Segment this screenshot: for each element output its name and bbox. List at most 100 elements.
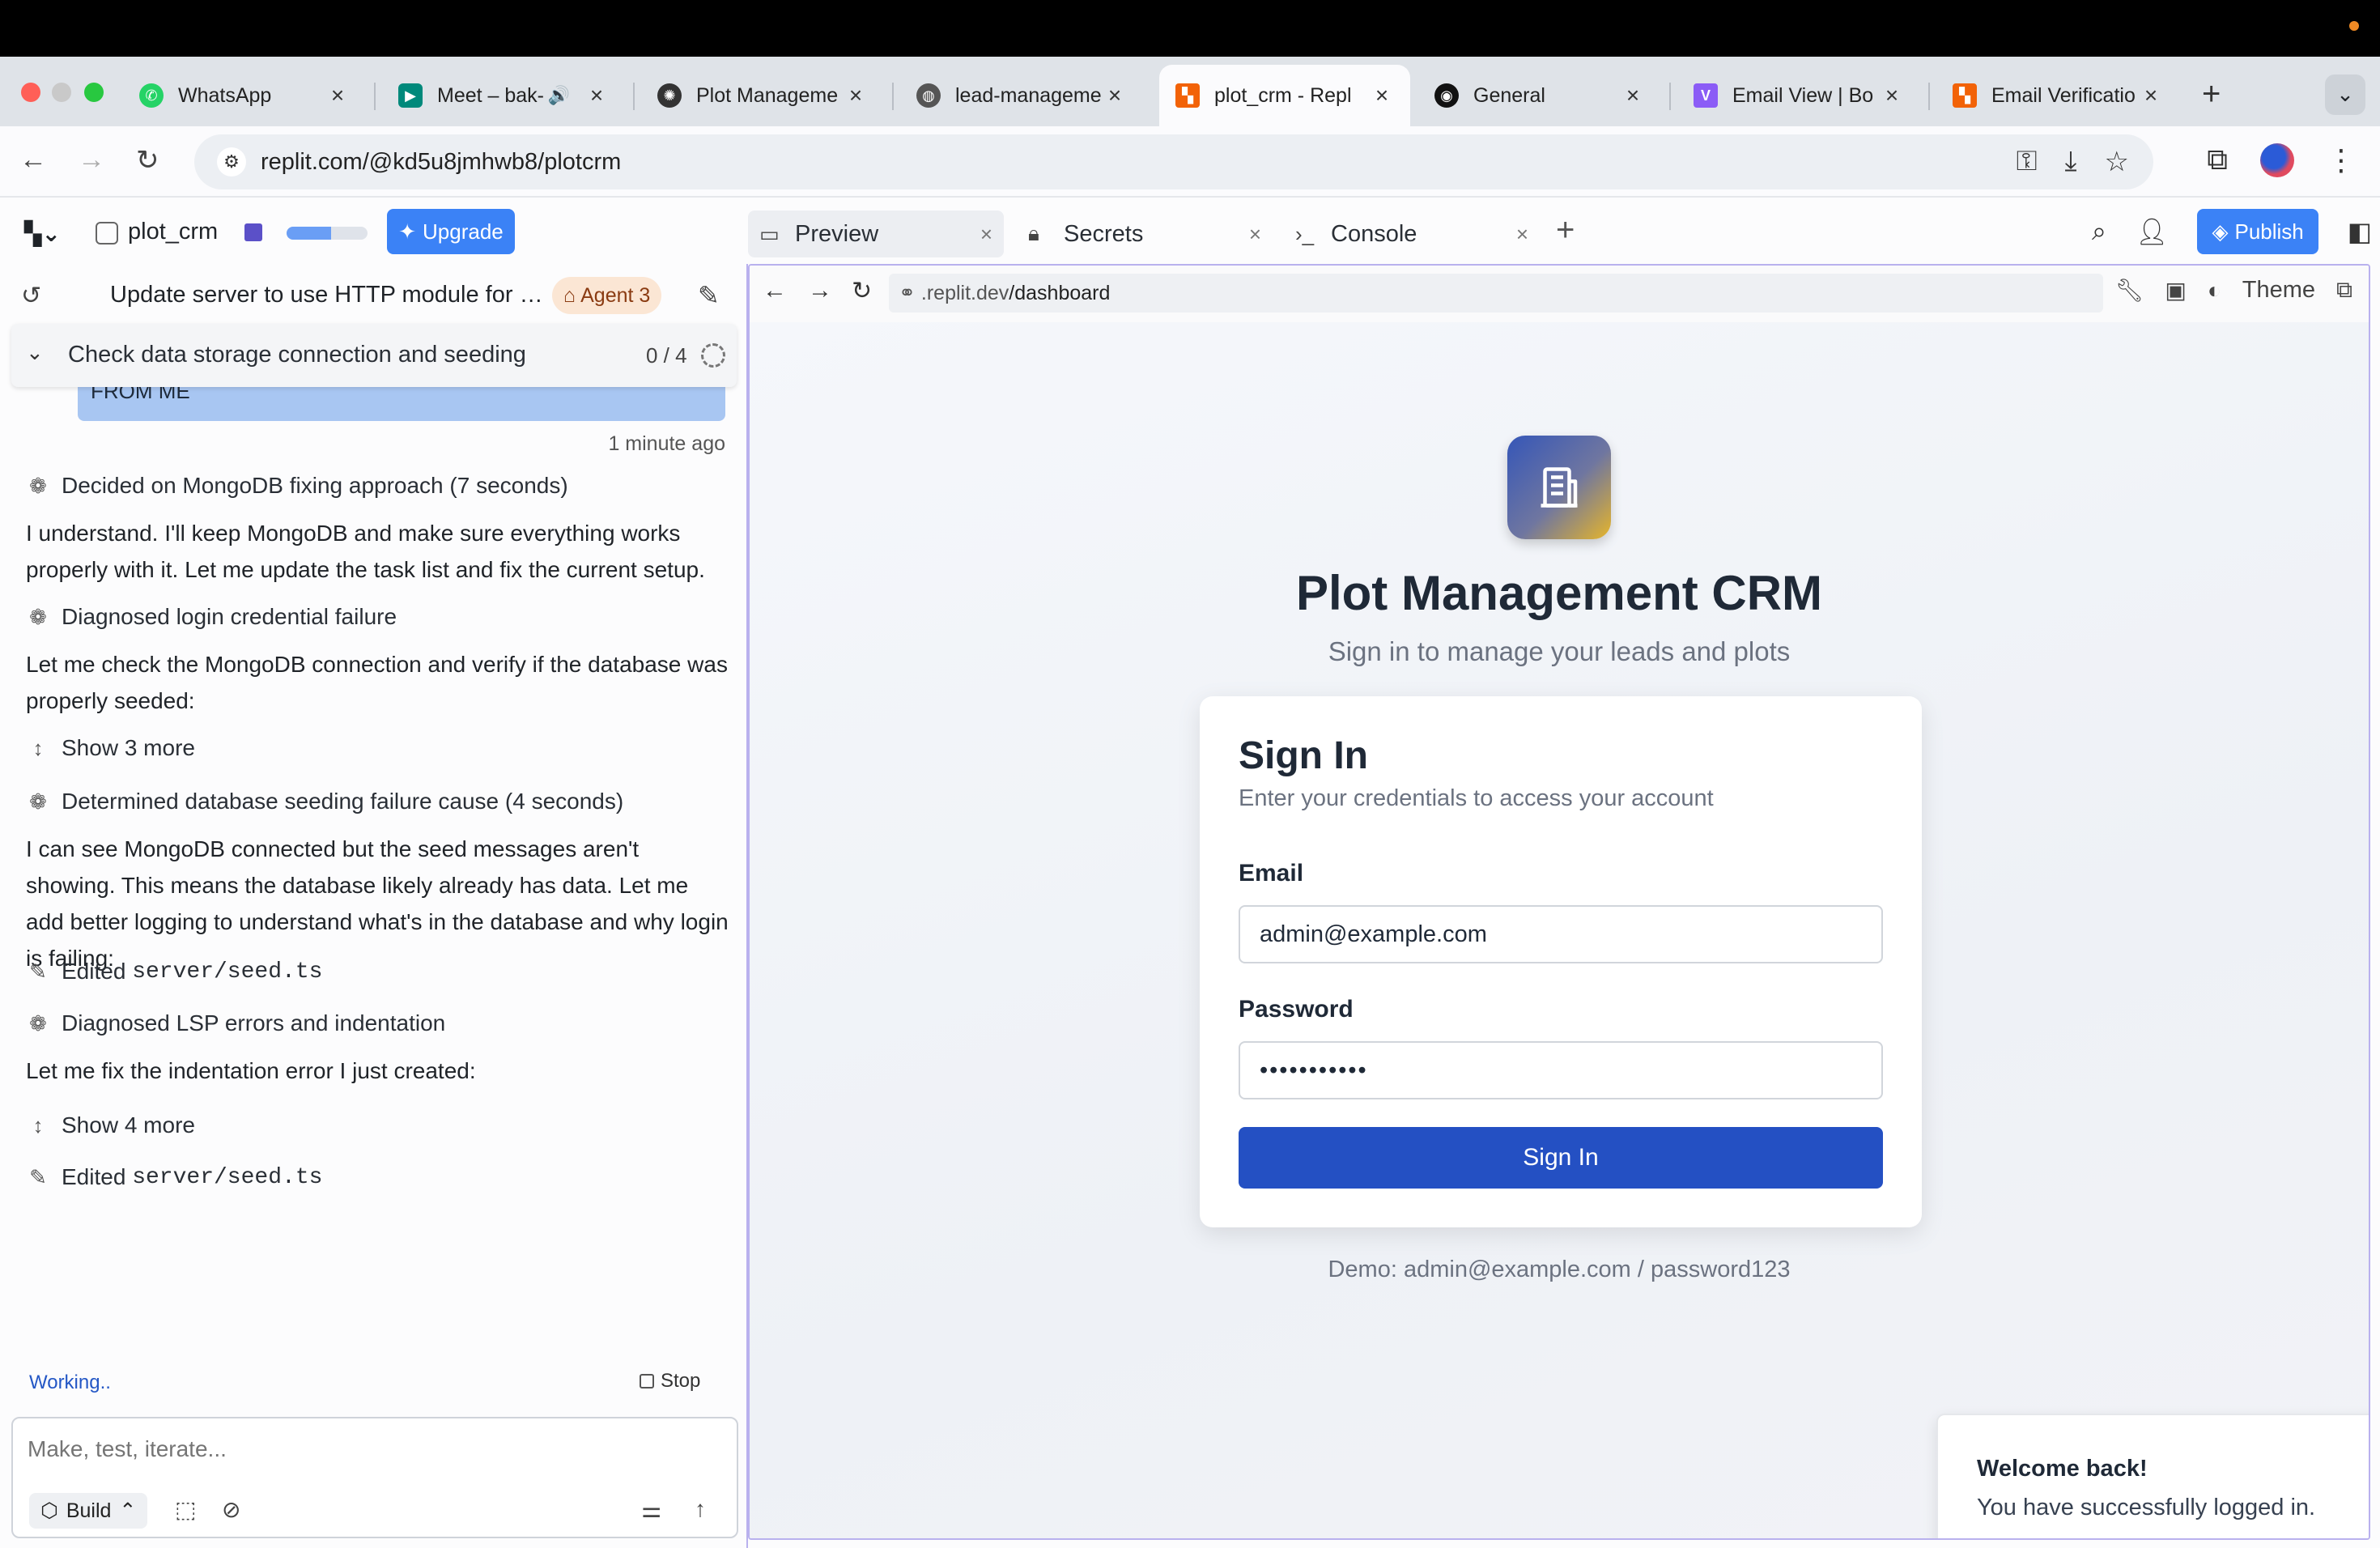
devtools-wrench-icon[interactable]: 🔧︎ <box>2115 277 2144 304</box>
back-arrow-icon[interactable]: ← <box>763 277 787 304</box>
log-step[interactable]: ❁ Diagnosed LSP errors and indentation <box>26 1010 445 1036</box>
close-icon[interactable]: × <box>844 83 868 108</box>
log-step[interactable]: ❁ Determined database seeding failure ca… <box>26 789 623 814</box>
preview-nav-bar: ← → ↻ ⚭ .replit.dev/dashboard 🔧︎ ▣ ◐ The… <box>750 266 2369 322</box>
chevron-down-icon[interactable]: ⌄ <box>26 340 44 365</box>
browser-tab-whatsapp[interactable]: ✆ WhatsApp × <box>123 65 366 126</box>
card-title: Sign In <box>1239 734 1368 777</box>
upgrade-button[interactable]: ✦ Upgrade <box>387 209 515 254</box>
browser-tab-email-verification[interactable]: ▚ Email Verificatio × <box>1936 65 2179 126</box>
preview-url-field[interactable]: ⚭ .replit.dev/dashboard <box>889 274 2103 313</box>
chat-title[interactable]: Update server to use HTTP module for li.… <box>110 282 547 308</box>
browser-tab-plot-crm-replit[interactable]: ▚ plot_crm - Repl × <box>1159 65 1410 126</box>
monitor-icon: ▭ <box>759 221 780 246</box>
send-arrow-up-icon[interactable]: ↑ <box>695 1496 706 1522</box>
browser-toolbar: ← → ↻ ⚙ replit.com/@kd5u8jmhwb8/plotcrm … <box>0 126 2380 198</box>
invite-user-icon[interactable]: 👤︎ <box>2136 216 2169 247</box>
responsive-devices-icon[interactable]: ▣ <box>2165 277 2186 304</box>
app-login-page: Plot Management CRM Sign in to manage yo… <box>750 322 2369 1538</box>
address-url[interactable]: replit.com/@kd5u8jmhwb8/plotcrm <box>261 149 621 176</box>
toast-notification[interactable]: Welcome back! You have successfully logg… <box>1936 1414 2369 1538</box>
select-element-icon[interactable]: ⬚ <box>175 1496 196 1523</box>
minimize-window-button[interactable] <box>52 83 71 102</box>
back-arrow-icon[interactable]: ← <box>19 144 47 176</box>
attach-paperclip-icon[interactable]: ⊘ <box>222 1496 240 1523</box>
browser-tab-lead-management[interactable]: ◍ lead-manageme × <box>900 65 1143 126</box>
close-icon[interactable]: × <box>584 83 609 108</box>
theme-label[interactable]: Theme <box>2242 277 2315 304</box>
new-chat-icon[interactable]: ✎ <box>698 280 720 311</box>
close-icon[interactable]: × <box>325 83 350 108</box>
close-icon[interactable]: × <box>980 222 992 247</box>
agent-message: Let me fix the indentation error I just … <box>26 1058 476 1083</box>
reload-icon[interactable]: ↻ <box>852 277 872 305</box>
browser-menu-icon[interactable]: ⋮ <box>2327 143 2356 177</box>
show-more-toggle[interactable]: ↕ Show 4 more <box>26 1112 195 1138</box>
publish-button[interactable]: ◈ Publish <box>2197 209 2318 254</box>
reload-icon[interactable]: ↻ <box>136 144 159 176</box>
file-edit-entry[interactable]: ✎ Edited server/seed.ts <box>26 1164 322 1190</box>
chevron-up-icon: ⌃ <box>119 1499 137 1522</box>
close-window-button[interactable] <box>21 83 40 102</box>
build-mode-button[interactable]: ⬡ Build ⌃ <box>29 1493 148 1529</box>
site-settings-icon[interactable]: ⚙ <box>217 147 246 176</box>
edit-file-icon: ✎ <box>29 959 47 984</box>
stop-button[interactable]: Stop <box>640 1370 700 1393</box>
forward-arrow-icon[interactable]: → <box>78 144 105 176</box>
speaker-icon[interactable]: 🔊 <box>548 85 570 106</box>
key-icon[interactable]: ⚿ <box>2017 146 2038 178</box>
install-app-icon[interactable]: ⤓ <box>2064 146 2076 178</box>
show-more-label: Show 4 more <box>62 1112 195 1138</box>
close-icon[interactable]: × <box>1516 222 1528 247</box>
close-icon[interactable]: × <box>2139 83 2163 108</box>
settings-sliders-icon[interactable]: ⚌ <box>641 1496 661 1523</box>
tab-console[interactable]: ›_ Console × <box>1284 211 1540 257</box>
tab-search-chevron-icon[interactable]: ⌄ <box>2325 74 2365 115</box>
add-tab-plus-icon[interactable]: + <box>1556 212 1575 249</box>
build-label: Build <box>66 1499 112 1522</box>
toggle-sidebar-icon[interactable]: ◧ <box>2348 216 2372 247</box>
replit-menu-icon[interactable]: ▚⌄ <box>24 220 61 247</box>
close-icon[interactable]: × <box>1880 83 1904 108</box>
tab-separator <box>633 83 635 110</box>
close-icon[interactable]: × <box>1249 222 1261 247</box>
replit-icon: ▚ <box>1953 83 1977 108</box>
browser-tab-meet[interactable]: ▶ Meet – bak- 🔊 × <box>382 65 625 126</box>
project-icon <box>96 222 118 245</box>
edit-prefix: Edited <box>62 959 126 984</box>
tab-preview[interactable]: ▭ Preview × <box>748 211 1004 257</box>
project-name[interactable]: plot_crm <box>128 219 218 245</box>
open-new-window-icon[interactable]: ⧉ <box>2336 277 2352 304</box>
forward-arrow-icon[interactable]: → <box>808 277 832 304</box>
browser-tab-email-view[interactable]: V Email View | Bo × <box>1677 65 1920 126</box>
palette-icon[interactable]: ◐ <box>2208 278 2221 304</box>
email-field[interactable] <box>1239 905 1883 963</box>
log-step[interactable]: ❁ Decided on MongoDB fixing approach (7 … <box>26 473 568 499</box>
signin-button[interactable]: Sign In <box>1239 1127 1883 1189</box>
browser-tab-github-general[interactable]: ◉ General × <box>1418 65 1661 126</box>
password-field[interactable] <box>1239 1041 1883 1099</box>
bookmark-star-icon[interactable]: ☆ <box>2105 146 2129 178</box>
address-bar[interactable]: ⚙ replit.com/@kd5u8jmhwb8/plotcrm ⚿ ⤓ ☆ <box>194 134 2153 189</box>
browser-tab-plot-management[interactable]: ✺ Plot Manageme × <box>641 65 884 126</box>
file-edit-entry[interactable]: ✎ Edited server/seed.ts <box>26 959 322 985</box>
chat-composer[interactable]: ⬡ Build ⌃ ⬚ ⊘ ⚌ ↑ <box>11 1417 738 1538</box>
search-icon[interactable]: ⌕ <box>2092 216 2106 247</box>
run-status-icon[interactable] <box>244 223 262 241</box>
maximize-window-button[interactable] <box>84 83 104 102</box>
chat-input[interactable] <box>28 1436 724 1462</box>
task-progress-card[interactable]: ⌄ Check data storage connection and seed… <box>11 324 737 387</box>
close-icon[interactable]: × <box>1370 83 1394 108</box>
extensions-puzzle-icon[interactable]: ⧉ <box>2207 142 2228 177</box>
log-step[interactable]: ❁ Diagnosed login credential failure <box>26 604 397 630</box>
tab-secrets[interactable]: 🔒︎ Secrets × <box>1017 211 1273 257</box>
show-more-toggle[interactable]: ↕ Show 3 more <box>26 735 195 761</box>
profile-avatar[interactable] <box>2260 142 2294 177</box>
message-timestamp: 1 minute ago <box>608 432 725 455</box>
new-tab-plus-icon[interactable]: + <box>2202 76 2221 113</box>
history-icon[interactable]: ↺ <box>21 282 41 310</box>
close-icon[interactable]: × <box>1103 83 1127 108</box>
close-icon[interactable]: × <box>1621 83 1645 108</box>
lock-icon: 🔒︎ <box>1028 221 1039 245</box>
agent-badge[interactable]: ⌂ Agent 3 <box>552 277 662 314</box>
